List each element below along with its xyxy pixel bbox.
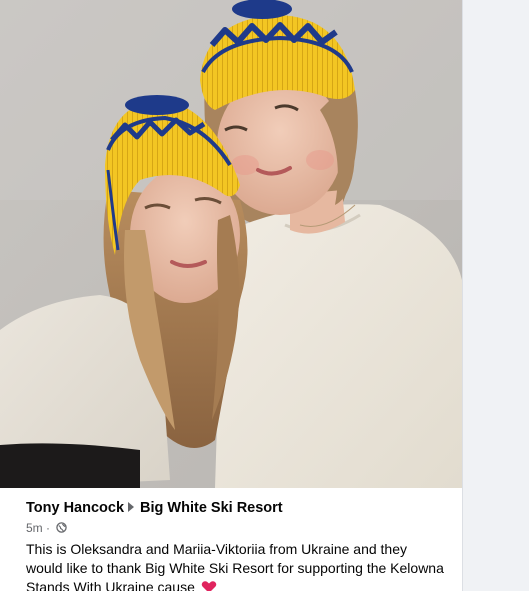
author-name[interactable]: Tony Hancock [26, 500, 124, 516]
post-meta: Tony Hancock Big White Ski Resort 5m · Th… [0, 488, 463, 591]
post-text: This is Oleksandra and Mariia-Viktoriia … [26, 541, 444, 591]
post-card: Tony Hancock Big White Ski Resort 5m · Th… [0, 0, 463, 591]
feed-background [463, 0, 529, 591]
post-time: 5m · [26, 521, 68, 535]
globe-icon[interactable] [56, 522, 68, 533]
separator: · [46, 521, 51, 535]
red-heart-icon [201, 581, 216, 591]
post-body: This is Oleksandra and Mariia-Viktoriia … [26, 540, 446, 591]
timestamp[interactable]: 5m [26, 521, 43, 535]
post-photo[interactable] [0, 0, 463, 488]
card-border [462, 0, 463, 591]
share-arrow-icon [128, 502, 135, 512]
target-page-name[interactable]: Big White Ski Resort [140, 500, 283, 516]
author-line: Tony Hancock Big White Ski Resort [26, 500, 283, 516]
